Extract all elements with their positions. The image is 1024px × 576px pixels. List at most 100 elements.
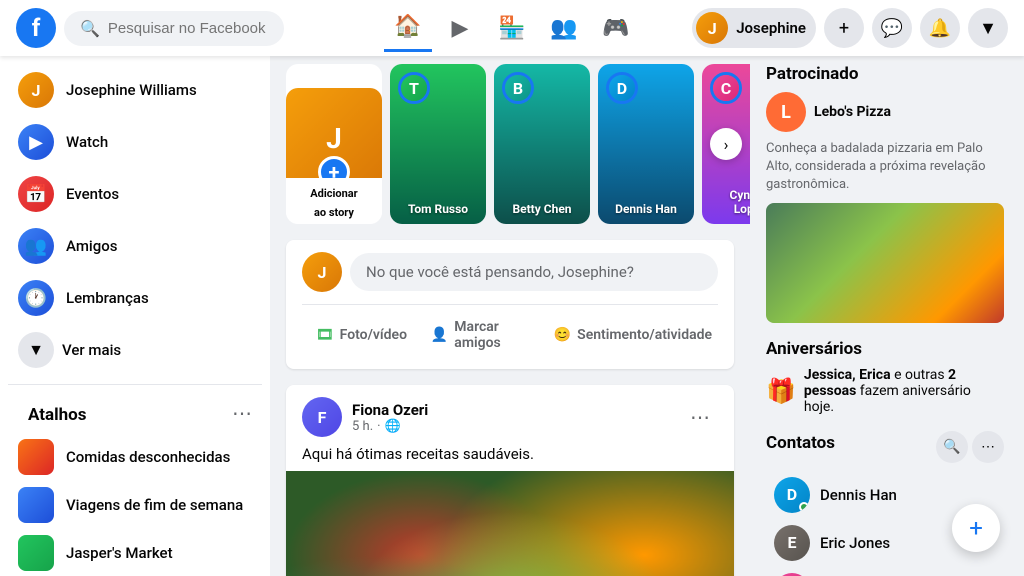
nav-gaming-button[interactable]: 🎮 xyxy=(592,4,640,52)
post-header-left: F Fiona Ozeri 5 h. · 🌐 xyxy=(302,397,428,437)
feeling-activity-button[interactable]: 😊 Sentimento/atividade xyxy=(548,313,718,357)
top-navigation: f 🔍 🏠 ▶ 🏪 👥 🎮 J Josephine + 💬 🔔 ▼ xyxy=(0,0,1024,56)
profile-avatar-sidebar: J xyxy=(18,72,54,108)
search-input[interactable] xyxy=(108,20,268,37)
sidebar-amigos-label: Amigos xyxy=(66,237,117,255)
sponsored-logo: L xyxy=(766,92,806,132)
photo-video-button[interactable]: 🎞 Foto/vídeo xyxy=(302,313,421,357)
post-user-info: Fiona Ozeri 5 h. · 🌐 xyxy=(352,401,428,434)
contact-cynthia[interactable]: C Cynthia Lopez xyxy=(766,567,1004,576)
fab-button[interactable]: + xyxy=(952,504,1000,552)
menu-button[interactable]: ▼ xyxy=(968,8,1008,48)
shortcut-comidas-icon xyxy=(18,439,54,475)
sidebar-eventos-label: Eventos xyxy=(66,185,119,203)
contact-dennis-avatar: D xyxy=(774,477,810,513)
nav-right: J Josephine + 💬 🔔 ▼ xyxy=(683,8,1008,48)
sidebar-right: Patrocinado L Lebo's Pizza Conheça a bad… xyxy=(750,56,1020,576)
story-tom-avatar: T xyxy=(398,72,430,104)
story-tom-label: Tom Russo xyxy=(390,202,486,216)
sponsored-image xyxy=(766,203,1004,323)
lembrancas-icon: 🕐 xyxy=(18,280,54,316)
sidebar-divider xyxy=(8,384,262,385)
notifications-button[interactable]: 🔔 xyxy=(920,8,960,48)
add-button[interactable]: + xyxy=(824,8,864,48)
post-box: J No que você está pensando, Josephine? … xyxy=(286,240,734,369)
story-betty-label: Betty Chen xyxy=(494,202,590,216)
shortcut-jasper[interactable]: Jasper's Market xyxy=(8,529,262,576)
story-dennis[interactable]: D Dennis Han xyxy=(598,64,694,224)
stories-next-arrow[interactable]: › xyxy=(710,128,742,160)
see-more-nav-button[interactable]: ▼ Ver mais xyxy=(8,324,262,376)
shortcut-comidas[interactable]: Comidas desconhecidas xyxy=(8,433,262,481)
nav-marketplace-button[interactable]: 🏪 xyxy=(488,4,536,52)
tag-friends-button[interactable]: 👤 Marcar amigos xyxy=(425,313,544,357)
facebook-logo[interactable]: f xyxy=(16,8,56,48)
contacts-more-button[interactable]: ⋯ xyxy=(972,431,1004,463)
post-image xyxy=(286,471,734,576)
contact-eric-name: Eric Jones xyxy=(820,534,890,552)
search-bar[interactable]: 🔍 xyxy=(64,11,284,46)
story-add-card[interactable]: J + Adicionarao story xyxy=(286,64,382,224)
birthday-names: Jessica, Erica xyxy=(804,367,891,383)
post-more-button[interactable]: ⋯ xyxy=(682,399,718,435)
nav-groups-button[interactable]: 👥 xyxy=(540,4,588,52)
stories-section: J + Adicionarao story T Tom Russo xyxy=(286,64,734,224)
feeling-icon: 😊 xyxy=(554,327,571,343)
photo-video-label: Foto/vídeo xyxy=(340,327,407,343)
birthdays-title: Aniversários xyxy=(766,339,1004,359)
veg-image xyxy=(286,471,734,576)
profile-name: Josephine xyxy=(736,19,806,37)
shortcuts-header: Atalhos ⋯ xyxy=(8,393,262,433)
post-input[interactable]: No que você está pensando, Josephine? xyxy=(350,253,718,291)
amigos-icon: 👥 xyxy=(18,228,54,264)
tag-friends-label: Marcar amigos xyxy=(454,319,537,351)
birthday-others: e outras xyxy=(894,367,945,383)
contacts-title: Contatos xyxy=(766,433,835,453)
shortcut-viagens-icon xyxy=(18,487,54,523)
birthday-icon: 🎁 xyxy=(766,377,796,405)
messenger-button[interactable]: 💬 xyxy=(872,8,912,48)
shortcut-comidas-label: Comidas desconhecidas xyxy=(66,448,230,466)
story-betty-avatar: B xyxy=(502,72,534,104)
sidebar-item-lembrancas[interactable]: 🕐 Lembranças xyxy=(8,272,262,324)
search-icon: 🔍 xyxy=(80,19,100,38)
nav-watch-button[interactable]: ▶ xyxy=(436,4,484,52)
tag-friends-icon: 👤 xyxy=(431,327,448,343)
birthday-item: 🎁 Jessica, Erica e outras 2 pessoas faze… xyxy=(766,367,1004,415)
sidebar-item-profile[interactable]: J Josephine Williams xyxy=(8,64,262,116)
feeling-label: Sentimento/atividade xyxy=(577,327,712,343)
contact-eric-avatar: E xyxy=(774,525,810,561)
contacts-more: 🔍 ⋯ xyxy=(936,431,1004,463)
sponsored-info: Lebo's Pizza xyxy=(814,104,891,120)
sidebar-left: J Josephine Williams ▶ Watch 📅 Eventos 👥… xyxy=(0,56,270,576)
sponsored-item: L Lebo's Pizza Conheça a badalada pizzar… xyxy=(766,92,1004,323)
story-cynthia-avatar: C xyxy=(710,72,742,104)
post-input-row: J No que você está pensando, Josephine? xyxy=(302,252,718,292)
shortcut-viagens[interactable]: Viagens de fim de semana xyxy=(8,481,262,529)
story-dennis-label: Dennis Han xyxy=(598,202,694,216)
post-dot: · xyxy=(377,419,380,434)
sponsored-section: Patrocinado L Lebo's Pizza Conheça a bad… xyxy=(766,64,1004,323)
nav-center: 🏠 ▶ 🏪 👥 🎮 xyxy=(349,4,674,52)
shortcuts-more-icon[interactable]: ⋯ xyxy=(232,401,252,425)
profile-pill[interactable]: J Josephine xyxy=(692,8,816,48)
sidebar-item-amigos[interactable]: 👥 Amigos xyxy=(8,220,262,272)
main-feed: J + Adicionarao story T Tom Russo xyxy=(270,56,750,576)
nav-home-button[interactable]: 🏠 xyxy=(384,4,432,52)
sidebar-watch-label: Watch xyxy=(66,133,108,151)
shortcut-jasper-label: Jasper's Market xyxy=(66,544,173,562)
post-meta: 5 h. · 🌐 xyxy=(352,419,428,434)
story-tom[interactable]: T Tom Russo xyxy=(390,64,486,224)
sidebar-item-watch[interactable]: ▶ Watch xyxy=(8,116,262,168)
post-actions: 🎞 Foto/vídeo 👤 Marcar amigos 😊 Sentiment… xyxy=(302,304,718,357)
contacts-search-button[interactable]: 🔍 xyxy=(936,431,968,463)
sidebar-lembrancas-label: Lembranças xyxy=(66,289,149,307)
shortcut-jasper-icon xyxy=(18,535,54,571)
birthdays-section: Aniversários 🎁 Jessica, Erica e outras 2… xyxy=(766,339,1004,415)
birthday-text: Jessica, Erica e outras 2 pessoas fazem … xyxy=(804,367,1004,415)
sidebar-item-eventos[interactable]: 📅 Eventos xyxy=(8,168,262,220)
story-betty[interactable]: B Betty Chen xyxy=(494,64,590,224)
avatar: J xyxy=(696,12,728,44)
post-text: Aqui há ótimas receitas saudáveis. xyxy=(286,437,734,471)
post-box-avatar: J xyxy=(302,252,342,292)
